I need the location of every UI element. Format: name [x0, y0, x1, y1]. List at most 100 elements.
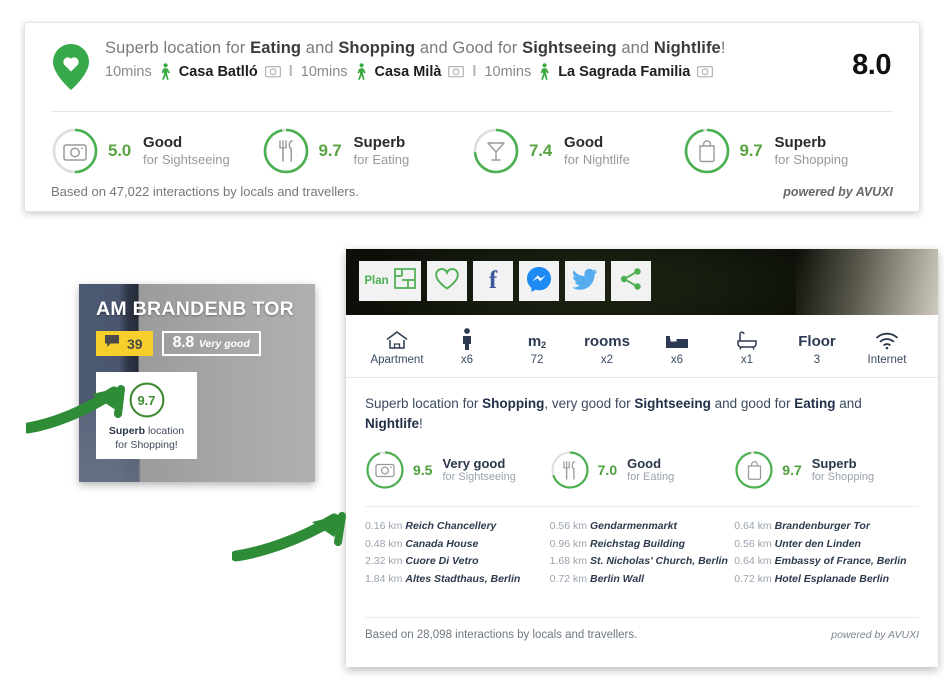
desc-sightseeing: Sightseeing	[634, 396, 711, 411]
score-ring	[51, 127, 99, 175]
share-button[interactable]	[611, 261, 651, 301]
score-label: Superb	[774, 134, 827, 152]
headline-suffix: !	[720, 39, 726, 57]
score-label: Good	[143, 134, 183, 152]
poi-0-name[interactable]: Casa Batlló	[179, 64, 258, 80]
walking-person-icon	[159, 63, 172, 80]
twitter-share-button[interactable]	[565, 261, 605, 301]
poi-1-name[interactable]: Casa Milà	[375, 64, 442, 80]
headline-text: Superb location for Eating and Shopping …	[105, 39, 799, 58]
score-label: Good	[564, 134, 604, 152]
poi-distance: 0.56 km	[549, 520, 587, 533]
powered-by-text: powered by AVUXI	[783, 185, 893, 199]
score-sublabel: for Eating	[353, 152, 410, 168]
spec-floor: Floor 3	[782, 326, 852, 366]
poi-item[interactable]: 1.68 km St. Nicholas' Church, Berlin	[550, 553, 735, 571]
location-score-panel: Superb location for Eating and Shopping …	[24, 22, 920, 212]
poi-name: Reichstag Building	[590, 537, 686, 550]
reviews-badge[interactable]: 39	[96, 331, 153, 356]
desc-p2: , very good for	[544, 396, 635, 411]
rating-value: 8.8	[172, 334, 195, 351]
spec-floor-label: Floor	[798, 333, 836, 350]
poi-item[interactable]: 0.48 km Canada House	[365, 536, 550, 554]
score-sublabel: for Sightseeing	[442, 471, 516, 484]
category-score-row: 5.0 Good for Sightseeing 9.7 Superb for …	[51, 127, 893, 175]
property-detail-panel: Plan f Apartment x6 m 2 72 rooms x2 x6 x…	[346, 249, 938, 667]
shopping-bag-icon	[683, 127, 731, 175]
poi-distance: 1.84 km	[365, 573, 403, 585]
panel-category-scores: 9.5 Very good for Sightseeing 7.0 Good f…	[365, 450, 919, 490]
photo-card-title: AM BRANDENB TOR	[96, 298, 295, 320]
score-label: Superb	[811, 455, 857, 471]
headline-block: Superb location for Eating and Shopping …	[105, 39, 799, 80]
camera-icon	[365, 450, 405, 490]
house-icon	[362, 326, 432, 350]
screenshot-stage: Superb location for Eating and Shopping …	[0, 0, 944, 689]
score-ring	[365, 450, 405, 490]
score-sublabel: for Shopping	[774, 152, 849, 168]
mini-score-ring: 9.7	[128, 381, 166, 419]
poi-name: Embassy of France, Berlin	[774, 555, 907, 568]
poi-item[interactable]: 0.16 km Reich Chancellery	[365, 518, 550, 536]
mini-score-bold: Superb	[108, 425, 146, 438]
score-sublabel: for Eating	[627, 471, 675, 484]
poi-item[interactable]: 0.72 km Hotel Esplanade Berlin	[734, 571, 919, 589]
desc-eating: Eating	[794, 396, 836, 411]
score-value: 9.7	[739, 141, 763, 160]
poi-name: St. Nicholas' Church, Berlin	[590, 555, 728, 568]
poi-2-time: 10mins	[484, 63, 532, 80]
score-item-eating: 9.7 Superb for Eating	[262, 127, 473, 175]
poi-name: Unter den Linden	[774, 537, 861, 550]
score-value: 5.0	[108, 141, 132, 160]
score-sublabel: for Nightlife	[564, 152, 630, 168]
score-ring	[734, 450, 774, 490]
favourite-button[interactable]	[427, 261, 467, 301]
panel-footer: Based on 28,098 interactions by locals a…	[365, 617, 919, 641]
poi-item[interactable]: 0.56 km Unter den Linden	[734, 536, 919, 554]
heart-outline-icon	[434, 267, 460, 296]
poi-2-name[interactable]: La Sagrada Familia	[558, 64, 690, 80]
headline-mid2: and Good for	[415, 39, 523, 57]
desc-p5: !	[419, 415, 423, 431]
mini-score-text: Superb location for Shopping!	[109, 425, 184, 451]
score-ring	[683, 127, 731, 175]
action-toolbar: Plan f	[359, 261, 651, 301]
rp-score-shopping: 9.7 Superb for Shopping	[734, 450, 919, 490]
poi-item[interactable]: 2.32 km Cuore Di Vetro	[365, 553, 550, 571]
messenger-icon	[525, 265, 553, 298]
desc-shopping: Shopping	[482, 396, 545, 411]
headline-mid3: and	[616, 39, 654, 57]
poi-item[interactable]: 0.96 km Reichstag Building	[550, 536, 735, 554]
poi-name: Altes Stadthaus, Berlin	[405, 573, 521, 585]
score-ring	[550, 450, 590, 490]
poi-name: Reich Chancellery	[405, 520, 497, 533]
score-value: 9.5	[413, 462, 433, 479]
scores-poi-divider	[365, 506, 919, 508]
spec-rooms: rooms x2	[572, 326, 642, 366]
poi-distance: 0.48 km	[365, 537, 403, 550]
poi-item[interactable]: 0.56 km Gendarmenmarkt	[550, 518, 735, 536]
poi-distance: 2.32 km	[365, 555, 403, 568]
poi-item[interactable]: 0.64 km Embassy of France, Berlin	[734, 553, 919, 571]
property-specs-row: Apartment x6 m2 72 rooms x2 x6 x1 Floor …	[346, 315, 938, 378]
property-photo-card[interactable]: AM BRANDENB TOR 39 8.8 Very good 9.7 Sup…	[79, 284, 315, 482]
mini-score-rest: location	[145, 425, 185, 438]
camera-icon	[51, 127, 99, 175]
spec-beds: x6	[642, 326, 712, 366]
poi-separator: l	[472, 63, 477, 80]
poi-name: Gendarmenmarkt	[590, 520, 677, 533]
based-on-text: Based on 28,098 interactions by locals a…	[365, 629, 638, 641]
poi-item[interactable]: 0.64 km Brandenburger Tor	[734, 518, 919, 536]
poi-item[interactable]: 1.84 km Altes Stadthaus, Berlin	[365, 571, 550, 589]
plan-button[interactable]: Plan	[359, 261, 421, 301]
poi-name: Canada House	[405, 537, 479, 550]
poi-item[interactable]: 0.72 km Berlin Wall	[550, 571, 735, 589]
facebook-share-button[interactable]: f	[473, 261, 513, 301]
plan-button-label: Plan	[364, 275, 389, 287]
poi-distance: 0.16 km	[365, 520, 403, 533]
desc-p4: and	[835, 396, 862, 411]
spec-rooms-label: rooms	[584, 333, 630, 350]
floorplan-icon	[393, 268, 416, 294]
poi-name: Cuore Di Vetro	[405, 555, 479, 568]
messenger-share-button[interactable]	[519, 261, 559, 301]
